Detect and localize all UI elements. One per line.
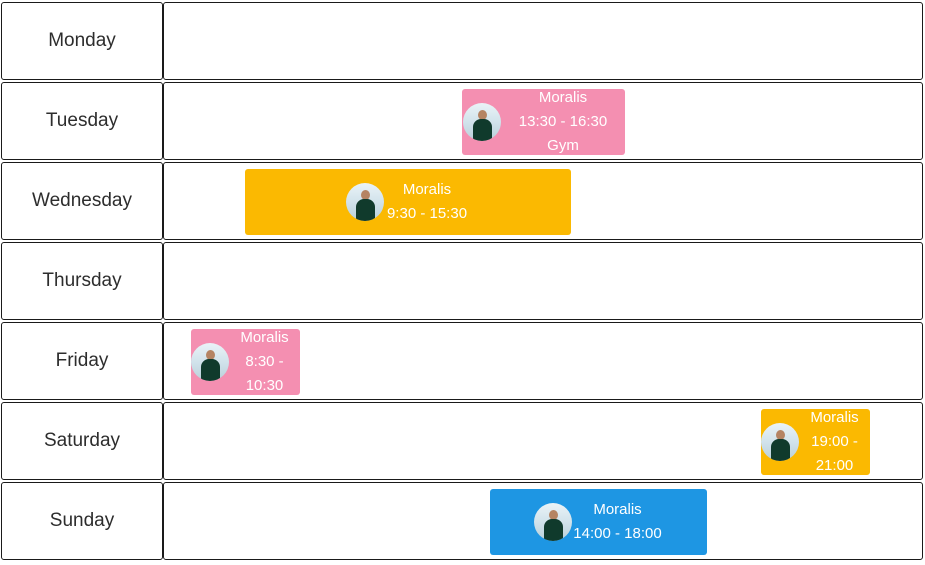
day-label: Monday bbox=[48, 30, 116, 51]
day-label: Friday bbox=[55, 350, 109, 371]
day-lane[interactable] bbox=[163, 242, 923, 320]
event-note: Gym bbox=[547, 137, 579, 154]
day-lane[interactable]: Moralis 19:00 - 21:00 bbox=[163, 402, 923, 480]
day-row-wednesday: Wednesday Moralis 9:30 - 15:30 bbox=[0, 160, 925, 240]
event-name: Moralis bbox=[538, 89, 588, 106]
event-block[interactable]: Moralis 19:00 - 21:00 bbox=[761, 409, 870, 475]
day-row-friday: Friday Moralis 8:30 - 10:30 bbox=[0, 320, 925, 400]
event-time: 13:30 - 16:30 bbox=[518, 113, 608, 130]
event-time: 14:00 - 18:00 bbox=[573, 525, 662, 542]
event-name: Moralis bbox=[402, 181, 452, 198]
event-name: Moralis bbox=[593, 501, 642, 518]
event-name: Moralis bbox=[240, 329, 289, 346]
day-label-cell: Wednesday bbox=[1, 162, 163, 240]
day-row-tuesday: Tuesday Moralis 13:30 - 16:30 Gym bbox=[0, 80, 925, 160]
event-block[interactable]: Moralis 8:30 - 10:30 bbox=[191, 329, 300, 395]
event-time: 8:30 - 10:30 bbox=[245, 353, 284, 394]
day-lane[interactable]: Moralis 13:30 - 16:30 Gym bbox=[163, 82, 923, 160]
avatar bbox=[346, 183, 384, 221]
day-row-sunday: Sunday Moralis 14:00 - 18:00 bbox=[0, 480, 925, 560]
day-row-thursday: Thursday bbox=[0, 240, 925, 320]
day-label: Saturday bbox=[43, 430, 121, 451]
day-label-cell: Friday bbox=[1, 322, 163, 400]
avatar bbox=[191, 343, 229, 381]
day-label-cell: Saturday bbox=[1, 402, 163, 480]
avatar bbox=[761, 423, 799, 461]
day-lane[interactable]: Moralis 8:30 - 10:30 bbox=[163, 322, 923, 400]
day-label-cell: Thursday bbox=[1, 242, 163, 320]
event-time: 19:00 - 21:00 bbox=[811, 433, 858, 474]
day-lane[interactable]: Moralis 9:30 - 15:30 bbox=[163, 162, 923, 240]
event-block[interactable]: Moralis 13:30 - 16:30 Gym bbox=[462, 89, 625, 155]
day-row-saturday: Saturday Moralis 19:00 - 21:00 bbox=[0, 400, 925, 480]
day-row-monday: Monday bbox=[0, 0, 925, 80]
day-lane[interactable] bbox=[163, 2, 923, 80]
event-name: Moralis bbox=[810, 409, 859, 426]
day-label-cell: Tuesday bbox=[1, 82, 163, 160]
day-lane[interactable]: Moralis 14:00 - 18:00 bbox=[163, 482, 923, 560]
day-label: Wednesday bbox=[32, 190, 132, 211]
event-block[interactable]: Moralis 14:00 - 18:00 bbox=[490, 489, 707, 555]
day-label: Thursday bbox=[42, 270, 122, 291]
day-label: Sunday bbox=[49, 510, 115, 531]
weekly-schedule: Monday Tuesday Moralis 13:30 - 16:30 Gym… bbox=[0, 0, 925, 565]
event-time: 9:30 - 15:30 bbox=[386, 205, 468, 222]
day-label-cell: Sunday bbox=[1, 482, 163, 560]
avatar bbox=[463, 103, 501, 141]
event-block[interactable]: Moralis 9:30 - 15:30 bbox=[245, 169, 571, 235]
day-label-cell: Monday bbox=[1, 2, 163, 80]
avatar bbox=[533, 503, 572, 541]
day-label: Tuesday bbox=[45, 110, 119, 131]
